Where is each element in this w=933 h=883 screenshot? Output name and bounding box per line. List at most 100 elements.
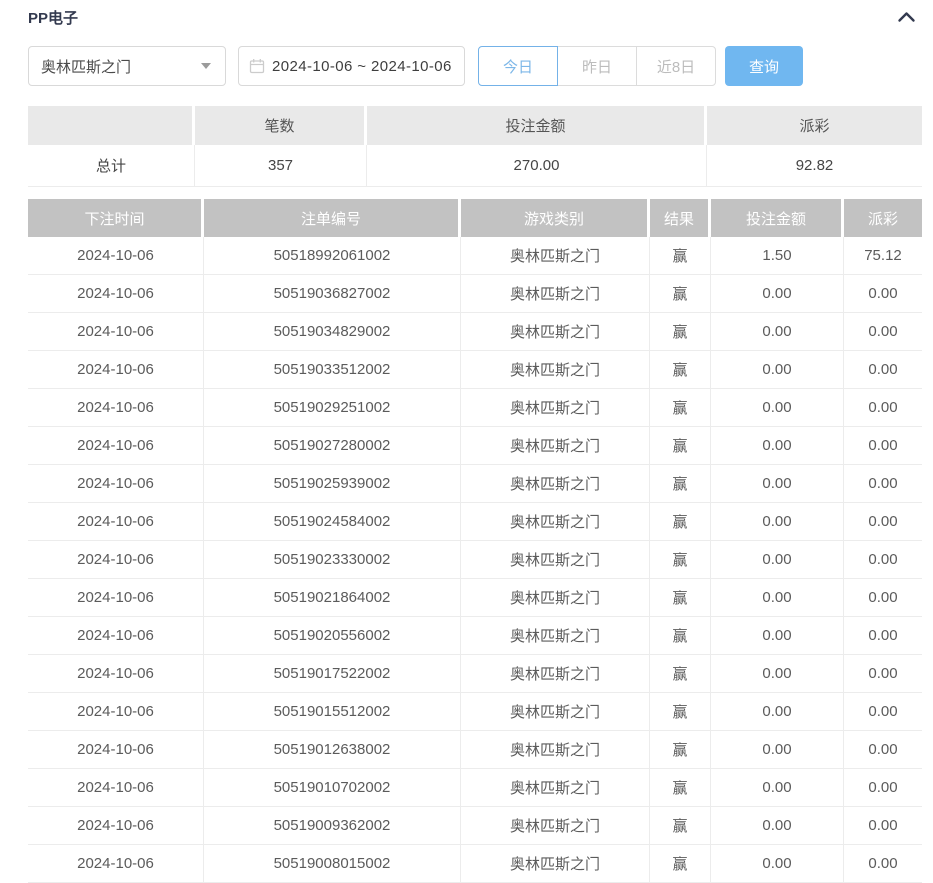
bet-amount-cell: 0.00	[711, 693, 844, 731]
payout-cell: 0.00	[844, 389, 922, 427]
header-bet-amount: 投注金额	[711, 199, 844, 237]
bet-time-cell: 2024-10-06	[28, 503, 204, 541]
summary-header-empty	[28, 106, 195, 145]
yesterday-button[interactable]: 昨日	[557, 46, 637, 86]
result-cell: 赢	[650, 465, 711, 503]
payout-cell: 0.00	[844, 807, 922, 845]
summary-header-row: 笔数 投注金额 派彩	[28, 106, 922, 145]
table-row: 2024-10-0650519034829002奥林匹斯之门赢0.000.00	[28, 313, 922, 351]
bet-id-cell: 50519017522002	[204, 655, 461, 693]
bet-id-cell: 50518992061002	[204, 237, 461, 275]
collapse-button[interactable]	[897, 11, 916, 23]
today-button[interactable]: 今日	[478, 46, 558, 86]
result-cell: 赢	[650, 845, 711, 883]
payout-cell: 0.00	[844, 579, 922, 617]
bet-time-cell: 2024-10-06	[28, 237, 204, 275]
last8days-button[interactable]: 近8日	[636, 46, 716, 86]
game-type-cell: 奥林匹斯之门	[461, 389, 650, 427]
date-range-value: 2024-10-06 ~ 2024-10-06	[272, 58, 452, 75]
bet-time-cell: 2024-10-06	[28, 845, 204, 883]
bet-id-cell: 50519008015002	[204, 845, 461, 883]
bet-amount-cell: 0.00	[711, 313, 844, 351]
result-cell: 赢	[650, 541, 711, 579]
payout-cell: 0.00	[844, 693, 922, 731]
bet-time-cell: 2024-10-06	[28, 655, 204, 693]
table-row: 2024-10-0650519027280002奥林匹斯之门赢0.000.00	[28, 427, 922, 465]
payout-cell: 0.00	[844, 351, 922, 389]
game-type-cell: 奥林匹斯之门	[461, 465, 650, 503]
table-row: 2024-10-0650519009362002奥林匹斯之门赢0.000.00	[28, 807, 922, 845]
payout-cell: 0.00	[844, 769, 922, 807]
panel-title: PP电子	[28, 7, 78, 28]
game-type-cell: 奥林匹斯之门	[461, 617, 650, 655]
summary-header-payout: 派彩	[707, 106, 922, 145]
header-bet-time: 下注时间	[28, 199, 204, 237]
summary-table: 笔数 投注金额 派彩 总计 357 270.00 92.82	[28, 106, 922, 187]
result-cell: 赢	[650, 579, 711, 617]
bet-id-cell: 50519025939002	[204, 465, 461, 503]
bet-id-cell: 50519021864002	[204, 579, 461, 617]
payout-cell: 75.12	[844, 237, 922, 275]
bet-id-cell: 50519036827002	[204, 275, 461, 313]
bet-time-cell: 2024-10-06	[28, 351, 204, 389]
result-cell: 赢	[650, 427, 711, 465]
bet-amount-cell: 0.00	[711, 351, 844, 389]
total-bet-amount-cell: 270.00	[367, 145, 707, 187]
table-row: 2024-10-0650519012638002奥林匹斯之门赢0.000.00	[28, 731, 922, 769]
bet-id-cell: 50519023330002	[204, 541, 461, 579]
summary-header-bet-amount: 投注金额	[367, 106, 707, 145]
bet-id-cell: 50519015512002	[204, 693, 461, 731]
bet-id-cell: 50519020556002	[204, 617, 461, 655]
bet-time-cell: 2024-10-06	[28, 731, 204, 769]
summary-header-count: 笔数	[195, 106, 367, 145]
bet-time-cell: 2024-10-06	[28, 275, 204, 313]
bet-amount-cell: 0.00	[711, 541, 844, 579]
table-row: 2024-10-0650519025939002奥林匹斯之门赢0.000.00	[28, 465, 922, 503]
bet-time-cell: 2024-10-06	[28, 541, 204, 579]
game-type-cell: 奥林匹斯之门	[461, 579, 650, 617]
bet-id-cell: 50519010702002	[204, 769, 461, 807]
bet-time-cell: 2024-10-06	[28, 807, 204, 845]
bet-time-cell: 2024-10-06	[28, 579, 204, 617]
bet-id-cell: 50519012638002	[204, 731, 461, 769]
game-type-cell: 奥林匹斯之门	[461, 351, 650, 389]
result-cell: 赢	[650, 655, 711, 693]
bet-amount-cell: 0.00	[711, 655, 844, 693]
header-bet-id: 注单编号	[204, 199, 461, 237]
table-row: 2024-10-0650519010702002奥林匹斯之门赢0.000.00	[28, 769, 922, 807]
bet-time-cell: 2024-10-06	[28, 617, 204, 655]
date-range-input[interactable]: 2024-10-06 ~ 2024-10-06	[238, 46, 465, 86]
game-type-cell: 奥林匹斯之门	[461, 731, 650, 769]
bets-table: 下注时间 注单编号 游戏类别 结果 投注金额 派彩 2024-10-065051…	[28, 199, 922, 883]
total-count-cell: 357	[195, 145, 367, 187]
table-row: 2024-10-0650519021864002奥林匹斯之门赢0.000.00	[28, 579, 922, 617]
game-type-cell: 奥林匹斯之门	[461, 503, 650, 541]
search-button[interactable]: 查询	[725, 46, 803, 86]
bet-amount-cell: 0.00	[711, 769, 844, 807]
bet-amount-cell: 0.00	[711, 845, 844, 883]
game-type-cell: 奥林匹斯之门	[461, 541, 650, 579]
bet-amount-cell: 0.00	[711, 465, 844, 503]
game-type-cell: 奥林匹斯之门	[461, 275, 650, 313]
bet-id-cell: 50519024584002	[204, 503, 461, 541]
result-cell: 赢	[650, 617, 711, 655]
header-payout: 派彩	[844, 199, 922, 237]
result-cell: 赢	[650, 807, 711, 845]
game-select-value: 奥林匹斯之门	[41, 56, 201, 77]
header-game-type: 游戏类别	[461, 199, 650, 237]
table-row: 2024-10-0650519033512002奥林匹斯之门赢0.000.00	[28, 351, 922, 389]
total-label-cell: 总计	[28, 145, 195, 187]
bet-time-cell: 2024-10-06	[28, 389, 204, 427]
table-row: 2024-10-0650519020556002奥林匹斯之门赢0.000.00	[28, 617, 922, 655]
result-cell: 赢	[650, 769, 711, 807]
payout-cell: 0.00	[844, 731, 922, 769]
panel-header: PP电子	[28, 8, 922, 26]
header-result: 结果	[650, 199, 711, 237]
bet-amount-cell: 0.00	[711, 579, 844, 617]
game-select[interactable]: 奥林匹斯之门	[28, 46, 226, 86]
bet-time-cell: 2024-10-06	[28, 465, 204, 503]
bet-time-cell: 2024-10-06	[28, 693, 204, 731]
result-cell: 赢	[650, 275, 711, 313]
quick-date-buttons: 今日 昨日 近8日	[478, 46, 716, 86]
payout-cell: 0.00	[844, 465, 922, 503]
